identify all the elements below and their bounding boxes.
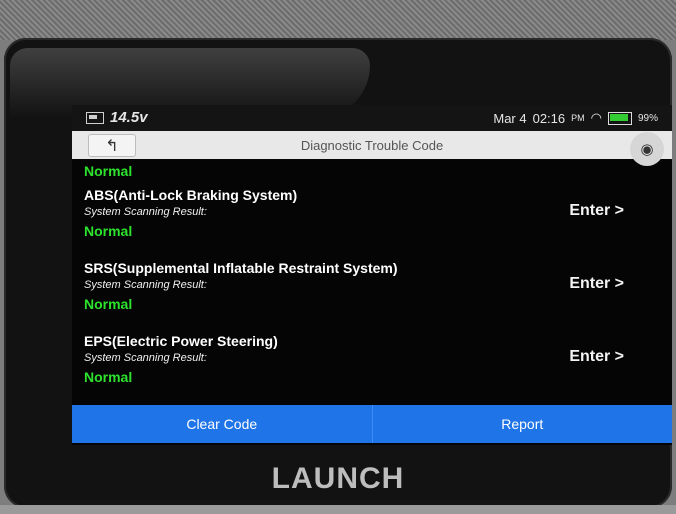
scan-result-value: Normal	[84, 296, 133, 312]
device-screen: 14.5v Mar 4 02:16 PM ◠ 99% ↰ Diagnostic …	[72, 105, 672, 445]
battery-icon	[607, 111, 632, 125]
partial-result-text: Normal	[84, 163, 133, 179]
enter-button[interactable]: Enter >	[569, 275, 624, 293]
module-name: EPS(Electric Power Steering)	[84, 333, 278, 349]
title-bar: ↰ Diagnostic Trouble Code ◉	[72, 131, 672, 166]
list-item[interactable]: ABS(Anti-Lock Braking System) System Sca…	[84, 187, 664, 239]
time-text: 02:16	[532, 110, 566, 126]
status-bar: 14.5v Mar 4 02:16 PM ◠ 99%	[72, 105, 672, 131]
module-list: Normal ABS(Anti-Lock Braking System) Sys…	[72, 159, 672, 405]
background-fabric	[0, 0, 676, 40]
scan-result-value: Normal	[84, 369, 133, 385]
car-battery-icon	[86, 111, 104, 124]
enter-button[interactable]: Enter >	[569, 348, 624, 366]
date-text: Mar 4	[493, 110, 527, 126]
clear-code-button[interactable]: Clear Code	[72, 405, 372, 443]
brand-logo: LAUNCH	[271, 462, 405, 495]
voltage-readout: 14.5v	[110, 109, 148, 126]
list-item[interactable]: SRS(Supplemental Inflatable Restraint Sy…	[84, 260, 664, 312]
module-name: SRS(Supplemental Inflatable Restraint Sy…	[84, 260, 398, 276]
camera-icon: ◉	[640, 141, 654, 158]
action-bar: Clear Code Report	[72, 405, 672, 443]
bottom-surface	[0, 505, 676, 514]
status-right: Mar 4 02:16 PM ◠ 99%	[493, 110, 658, 126]
status-left: 14.5v	[86, 109, 148, 126]
wifi-icon: ◠	[590, 110, 602, 125]
scan-result-value: Normal	[84, 223, 133, 239]
list-item[interactable]: EPS(Electric Power Steering) System Scan…	[84, 333, 664, 385]
battery-percent: 99%	[637, 112, 658, 124]
ampm-text: PM	[571, 113, 585, 123]
report-button[interactable]: Report	[371, 405, 672, 443]
page-title: Diagnostic Trouble Code	[300, 138, 444, 153]
enter-button[interactable]: Enter >	[569, 202, 624, 220]
module-name: ABS(Anti-Lock Braking System)	[84, 187, 298, 203]
